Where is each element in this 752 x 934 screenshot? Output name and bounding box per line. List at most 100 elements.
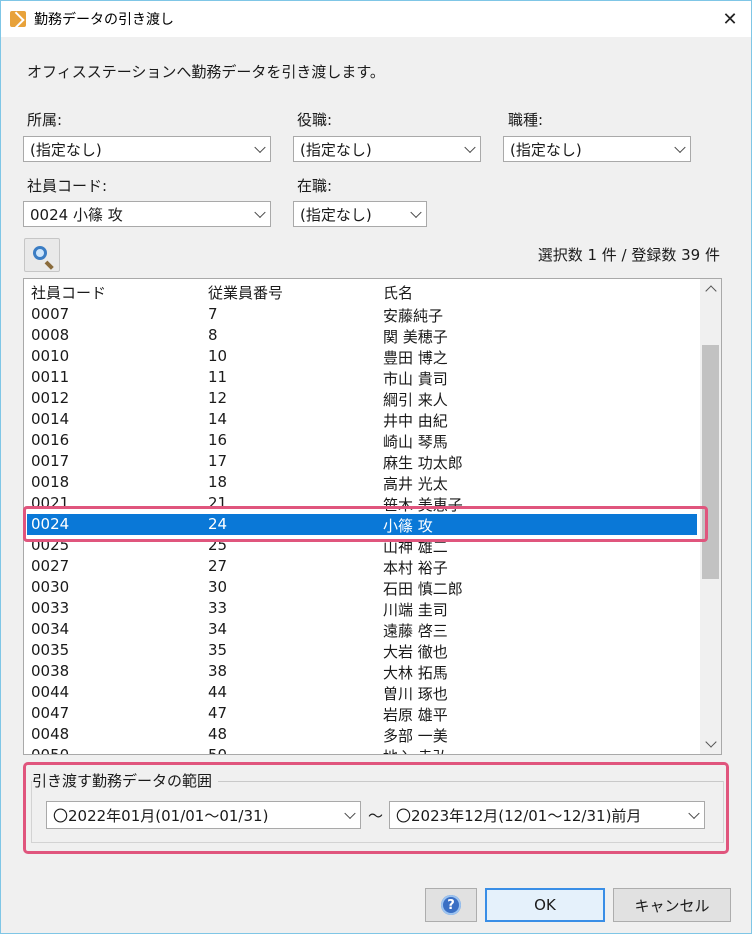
row-employee-code: 0047 bbox=[31, 704, 70, 722]
row-employee-number: 8 bbox=[208, 326, 218, 344]
row-name: 安藤純子 bbox=[383, 307, 444, 325]
position-select[interactable]: (指定なし) bbox=[293, 136, 481, 162]
table-row[interactable]: 0033 33 川端 圭司 bbox=[24, 598, 700, 619]
range-to-value: 〇2023年12月(12/01〜12/31)前月 bbox=[396, 806, 642, 825]
row-name: 大林 拓馬 bbox=[383, 664, 448, 682]
row-employee-number: 38 bbox=[208, 662, 228, 680]
header-employee-number[interactable]: 従業員番号 bbox=[208, 282, 283, 303]
row-employee-number: 7 bbox=[208, 305, 218, 323]
row-employee-number: 11 bbox=[208, 368, 228, 386]
row-employee-number: 33 bbox=[208, 599, 228, 617]
row-employee-number: 18 bbox=[208, 473, 228, 491]
row-name: 井中 由紀 bbox=[383, 412, 448, 430]
employee-list[interactable]: 社員コード 従業員番号 氏名 0007 7 安藤純子 0008 8 関 美穂子 0010 10… bbox=[23, 278, 722, 755]
chevron-down-icon bbox=[410, 206, 422, 219]
row-employee-number: 50 bbox=[208, 746, 228, 755]
table-row[interactable]: 0034 34 遠藤 啓三 bbox=[24, 619, 700, 640]
job-type-label: 職種: bbox=[508, 111, 544, 129]
row-employee-code: 0011 bbox=[31, 368, 70, 386]
list-header: 社員コード 従業員番号 氏名 bbox=[24, 279, 700, 305]
row-employee-number: 17 bbox=[208, 452, 228, 470]
row-name: 岩原 雄平 bbox=[383, 706, 448, 724]
table-row[interactable]: 0017 17 麻生 功太郎 bbox=[24, 451, 700, 472]
close-button[interactable]: ✕ bbox=[715, 5, 745, 33]
table-row[interactable]: 0035 35 大岩 徹也 bbox=[24, 640, 700, 661]
table-row[interactable]: 0011 11 市山 貴司 bbox=[24, 367, 700, 388]
table-row[interactable]: 0047 47 岩原 雄平 bbox=[24, 703, 700, 724]
employment-label: 在職: bbox=[297, 177, 333, 195]
search-icon bbox=[33, 246, 47, 260]
row-employee-code: 0034 bbox=[31, 620, 70, 638]
table-row[interactable]: 0010 10 豊田 博之 bbox=[24, 346, 700, 367]
employee-code-select[interactable]: 0024 小篠 攻 bbox=[23, 201, 271, 227]
table-row-selected[interactable]: 0024 24 小篠 攻 bbox=[27, 514, 697, 535]
employment-select[interactable]: (指定なし) bbox=[293, 201, 427, 227]
selection-count: 選択数 1 件 / 登録数 39 件 bbox=[537, 246, 720, 264]
range-to-select[interactable]: 〇2023年12月(12/01〜12/31)前月 bbox=[389, 801, 705, 829]
table-row[interactable]: 0038 38 大林 拓馬 bbox=[24, 661, 700, 682]
job-type-value: (指定なし) bbox=[510, 140, 582, 159]
row-name: 小篠 攻 bbox=[383, 517, 433, 535]
window-title: 勤務データの引き渡し bbox=[34, 12, 174, 28]
range-from-value: 〇2022年01月(01/01〜01/31) bbox=[53, 806, 269, 825]
header-employee-code[interactable]: 社員コード bbox=[31, 282, 106, 303]
employee-code-label: 社員コード: bbox=[27, 177, 108, 195]
row-employee-number: 24 bbox=[208, 515, 228, 533]
scroll-down-icon[interactable] bbox=[700, 734, 721, 754]
table-row[interactable]: 0007 7 安藤純子 bbox=[24, 304, 700, 325]
row-employee-code: 0012 bbox=[31, 389, 70, 407]
help-button[interactable]: ? bbox=[425, 888, 477, 922]
row-name: 山神 雄二 bbox=[383, 538, 448, 556]
row-employee-code: 0027 bbox=[31, 557, 70, 575]
row-name: 遠藤 啓三 bbox=[383, 622, 448, 640]
range-from-select[interactable]: 〇2022年01月(01/01〜01/31) bbox=[46, 801, 361, 829]
table-row[interactable]: 0030 30 石田 慎二郎 bbox=[24, 577, 700, 598]
table-row[interactable]: 0012 12 綱引 来人 bbox=[24, 388, 700, 409]
list-scrollbar[interactable] bbox=[700, 279, 721, 754]
row-employee-code: 0014 bbox=[31, 410, 70, 428]
search-icon-handle bbox=[44, 260, 54, 270]
ok-button[interactable]: OK bbox=[485, 888, 605, 922]
row-name: 麻生 功太郎 bbox=[383, 454, 463, 472]
row-name: 豊田 博之 bbox=[383, 349, 448, 367]
affiliation-label: 所属: bbox=[27, 111, 63, 129]
row-employee-number: 14 bbox=[208, 410, 228, 428]
table-row[interactable]: 0008 8 関 美穂子 bbox=[24, 325, 700, 346]
row-name: 地入 幸弘 bbox=[383, 746, 448, 754]
row-name: 川端 圭司 bbox=[383, 601, 448, 619]
row-employee-number: 35 bbox=[208, 641, 228, 659]
affiliation-select[interactable]: (指定なし) bbox=[23, 136, 271, 162]
row-employee-code: 0007 bbox=[31, 305, 70, 323]
table-row[interactable]: 0014 14 井中 由紀 bbox=[24, 409, 700, 430]
chevron-down-icon bbox=[688, 807, 700, 820]
table-row[interactable]: 0027 27 本村 裕子 bbox=[24, 556, 700, 577]
table-row[interactable]: 0044 44 曽川 琢也 bbox=[24, 682, 700, 703]
row-name: 綱引 来人 bbox=[383, 391, 448, 409]
row-name: 高井 光太 bbox=[383, 475, 448, 493]
search-button[interactable] bbox=[24, 238, 60, 272]
row-employee-number: 10 bbox=[208, 347, 228, 365]
table-row[interactable]: 0050 50 地入 幸弘 bbox=[24, 745, 700, 755]
scroll-up-icon[interactable] bbox=[700, 279, 721, 299]
table-row[interactable]: 0025 25 山神 雄二 bbox=[24, 535, 700, 556]
close-icon: ✕ bbox=[722, 8, 738, 30]
table-row[interactable]: 0048 48 多部 一美 bbox=[24, 724, 700, 745]
job-type-select[interactable]: (指定なし) bbox=[503, 136, 691, 162]
table-row[interactable]: 0016 16 崎山 琴馬 bbox=[24, 430, 700, 451]
table-row[interactable]: 0018 18 高井 光太 bbox=[24, 472, 700, 493]
row-name: 曽川 琢也 bbox=[383, 685, 448, 703]
table-row[interactable]: 0021 21 笹木 美恵子 bbox=[24, 493, 700, 514]
row-employee-code: 0008 bbox=[31, 326, 70, 344]
cancel-button[interactable]: キャンセル bbox=[613, 888, 731, 922]
row-employee-code: 0035 bbox=[31, 641, 70, 659]
chevron-down-icon bbox=[254, 141, 266, 154]
row-employee-number: 27 bbox=[208, 557, 228, 575]
title-bar: 勤務データの引き渡し ✕ bbox=[1, 1, 751, 37]
description-text: オフィスステーションへ勤務データを引き渡します。 bbox=[27, 63, 385, 81]
row-employee-code: 0024 bbox=[31, 515, 70, 533]
header-name[interactable]: 氏名 bbox=[383, 282, 413, 303]
row-employee-number: 30 bbox=[208, 578, 228, 596]
chevron-down-icon bbox=[674, 141, 686, 154]
scroll-thumb[interactable] bbox=[702, 345, 719, 579]
dialog-window: 勤務データの引き渡し ✕ オフィスステーションへ勤務データを引き渡します。 所属… bbox=[0, 0, 752, 934]
